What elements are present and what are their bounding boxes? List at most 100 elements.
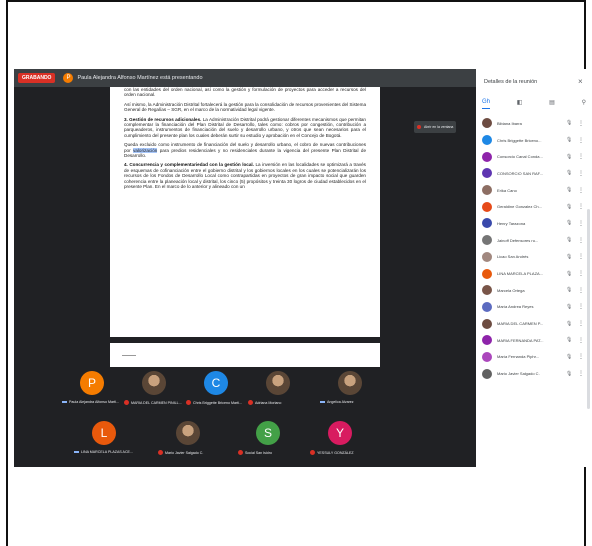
more-options-icon[interactable]: ⋮ bbox=[578, 237, 584, 244]
list-item[interactable]: Marcela Ortega 🎙 ⋮ bbox=[482, 282, 586, 299]
participant-tile[interactable]: MARIA DEL CARMEN PINILL... bbox=[124, 367, 186, 413]
mic-off-icon[interactable]: 🎙 bbox=[566, 137, 572, 143]
participant-name: Mario Javier Salgado C. bbox=[158, 450, 238, 455]
more-options-icon[interactable]: ⋮ bbox=[578, 203, 584, 210]
more-options-icon[interactable]: ⋮ bbox=[578, 353, 584, 360]
avatar: S bbox=[256, 421, 280, 445]
list-item[interactable]: María Fernanda Piphr... 🎙 ⋮ bbox=[482, 349, 586, 366]
mic-off-icon bbox=[186, 400, 191, 405]
participant-name: Bibiana Ibarra bbox=[497, 120, 522, 126]
list-item[interactable]: Jainoff Defensores ru... 🎙 ⋮ bbox=[482, 232, 586, 249]
tab-chat[interactable]: ◧ bbox=[517, 99, 523, 109]
participant-name: María Andrea Reyes bbox=[497, 304, 534, 310]
mic-off-icon[interactable]: 🎙 bbox=[566, 237, 572, 243]
participant-name: Adriana Moriano bbox=[248, 400, 328, 405]
meeting-details-panel: Detalles de la reunión × Gh ◧ ▤ ⚲ Bibian… bbox=[476, 69, 592, 467]
list-item[interactable]: Licao San Andrés 🎙 ⋮ bbox=[482, 249, 586, 266]
participant-name: Licao San Andrés bbox=[497, 254, 529, 260]
list-item[interactable]: LINA MARCELA PLAZA... 🎙 ⋮ bbox=[482, 265, 586, 282]
avatar bbox=[482, 368, 492, 379]
mic-off-icon[interactable]: 🎙 bbox=[566, 187, 572, 193]
mic-off-icon[interactable]: 🎙 bbox=[566, 254, 572, 260]
close-icon[interactable]: × bbox=[578, 77, 583, 86]
list-item[interactable]: Consorcio Canal Conda... 🎙 ⋮ bbox=[482, 148, 586, 165]
more-options-icon[interactable]: ⋮ bbox=[578, 220, 584, 227]
highlighted-word: valorización bbox=[133, 147, 158, 153]
presentation-bar: GRABANDO P Paula Alejandra Alfonso Martí… bbox=[14, 69, 476, 87]
list-item[interactable]: Bibiana Ibarra 🎙 ⋮ bbox=[482, 115, 586, 132]
doc-paragraph: 3. Gestión de recursos adicionales. La A… bbox=[124, 116, 366, 138]
avatar-photo bbox=[338, 371, 362, 395]
participant-name: Jainoff Defensores ru... bbox=[497, 237, 539, 243]
meeting-screenshot: GRABANDO P Paula Alejandra Alfonso Martí… bbox=[14, 69, 592, 467]
tab-activities[interactable]: ⚲ bbox=[582, 99, 586, 109]
list-item[interactable]: Geraldine Gonzalez Ch... 🎙 ⋮ bbox=[482, 198, 586, 215]
avatar bbox=[482, 151, 492, 162]
mic-off-icon[interactable]: 🎙 bbox=[566, 371, 572, 377]
participant-name: MARIA DEL CARMEN P... bbox=[497, 321, 544, 327]
list-item[interactable]: Mario Javier Salgado C. 🎙 ⋮ bbox=[482, 365, 586, 382]
mic-off-icon[interactable]: 🎙 bbox=[566, 354, 572, 360]
participant-name: Marcela Ortega bbox=[497, 287, 525, 293]
more-options-icon[interactable]: ⋮ bbox=[578, 370, 584, 377]
more-options-icon[interactable]: ⋮ bbox=[578, 337, 584, 344]
scrollbar[interactable] bbox=[587, 209, 590, 409]
mic-off-icon[interactable]: 🎙 bbox=[566, 204, 572, 210]
more-options-icon[interactable]: ⋮ bbox=[578, 187, 584, 194]
list-item[interactable]: María Andrea Reyes 🎙 ⋮ bbox=[482, 299, 586, 316]
avatar bbox=[482, 201, 492, 212]
avatar bbox=[482, 135, 492, 146]
list-item[interactable]: CONSORCIO SAN RAF... 🎙 ⋮ bbox=[482, 165, 586, 182]
participant-list: Bibiana Ibarra 🎙 ⋮ Chris Briggette Briceno.… bbox=[482, 115, 586, 382]
record-dot-icon bbox=[417, 125, 421, 129]
pop-out-button[interactable]: Abrir en la ventana bbox=[414, 121, 456, 133]
participant-tile[interactable]: L LINA MARCELA PLAZAS ACE... bbox=[74, 417, 136, 463]
list-item[interactable]: Chris Briggette Briceno... 🎙 ⋮ bbox=[482, 132, 586, 149]
more-options-icon[interactable]: ⋮ bbox=[578, 303, 584, 310]
participant-name: Social San Isidro bbox=[238, 450, 318, 455]
more-options-icon[interactable]: ⋮ bbox=[578, 253, 584, 260]
list-item[interactable]: MARIA DEL CARMEN P... 🎙 ⋮ bbox=[482, 315, 586, 332]
mic-off-icon[interactable]: 🎙 bbox=[566, 170, 572, 176]
more-options-icon[interactable]: ⋮ bbox=[578, 170, 584, 177]
mic-off-icon[interactable]: 🎙 bbox=[566, 154, 572, 160]
participant-name: CONSORCIO SAN RAF... bbox=[497, 170, 544, 176]
list-item[interactable]: Henry Tarazona 🎙 ⋮ bbox=[482, 215, 586, 232]
participant-tile[interactable]: Y YESSULY GONZÁLEZ bbox=[310, 417, 372, 463]
mic-off-icon[interactable]: 🎙 bbox=[566, 220, 572, 226]
avatar: L bbox=[92, 421, 116, 445]
participant-tile[interactable]: S Social San Isidro bbox=[238, 417, 300, 463]
mic-off-icon[interactable]: 🎙 bbox=[566, 120, 572, 126]
participant-tile[interactable]: Angelica Alvarez bbox=[320, 367, 382, 413]
avatar bbox=[482, 251, 492, 262]
more-options-icon[interactable]: ⋮ bbox=[578, 153, 584, 160]
doc-paragraph: con las entidades del orden nacional, as… bbox=[124, 87, 366, 98]
participant-name: Consorcio Canal Conda... bbox=[497, 154, 543, 160]
pin-icon bbox=[320, 401, 325, 403]
more-options-icon[interactable]: ⋮ bbox=[578, 270, 584, 277]
mic-off-icon[interactable]: 🎙 bbox=[566, 321, 572, 327]
more-options-icon[interactable]: ⋮ bbox=[578, 287, 584, 294]
avatar: P bbox=[80, 371, 104, 395]
more-options-icon[interactable]: ⋮ bbox=[578, 137, 584, 144]
participant-tile[interactable]: C Chris Briggette Briceno Marti... bbox=[186, 367, 248, 413]
participant-tile[interactable]: Adriana Moriano bbox=[248, 367, 310, 413]
avatar bbox=[482, 235, 492, 246]
avatar: Y bbox=[328, 421, 352, 445]
tab-info[interactable]: ▤ bbox=[549, 99, 555, 109]
more-options-icon[interactable]: ⋮ bbox=[578, 120, 584, 127]
doc-paragraph: 4. Concurrencia y complementariedad con … bbox=[124, 162, 366, 190]
mic-off-icon[interactable]: 🎙 bbox=[566, 287, 572, 293]
avatar bbox=[482, 218, 492, 229]
tab-people[interactable]: Gh bbox=[482, 99, 491, 109]
more-options-icon[interactable]: ⋮ bbox=[578, 320, 584, 327]
list-item[interactable]: Erika Cano 🎙 ⋮ bbox=[482, 182, 586, 199]
list-item[interactable]: MARIA FERNANDA PAT... 🎙 ⋮ bbox=[482, 332, 586, 349]
mic-off-icon[interactable]: 🎙 bbox=[566, 271, 572, 277]
participant-tile[interactable]: P Paula Alejandra Alfonso Marti... bbox=[62, 367, 124, 413]
pin-icon bbox=[74, 451, 79, 453]
mic-off-icon[interactable]: 🎙 bbox=[566, 304, 572, 310]
mic-off-icon[interactable]: 🎙 bbox=[566, 337, 572, 343]
participant-tile[interactable]: Mario Javier Salgado C. bbox=[158, 417, 220, 463]
avatar bbox=[482, 285, 492, 296]
